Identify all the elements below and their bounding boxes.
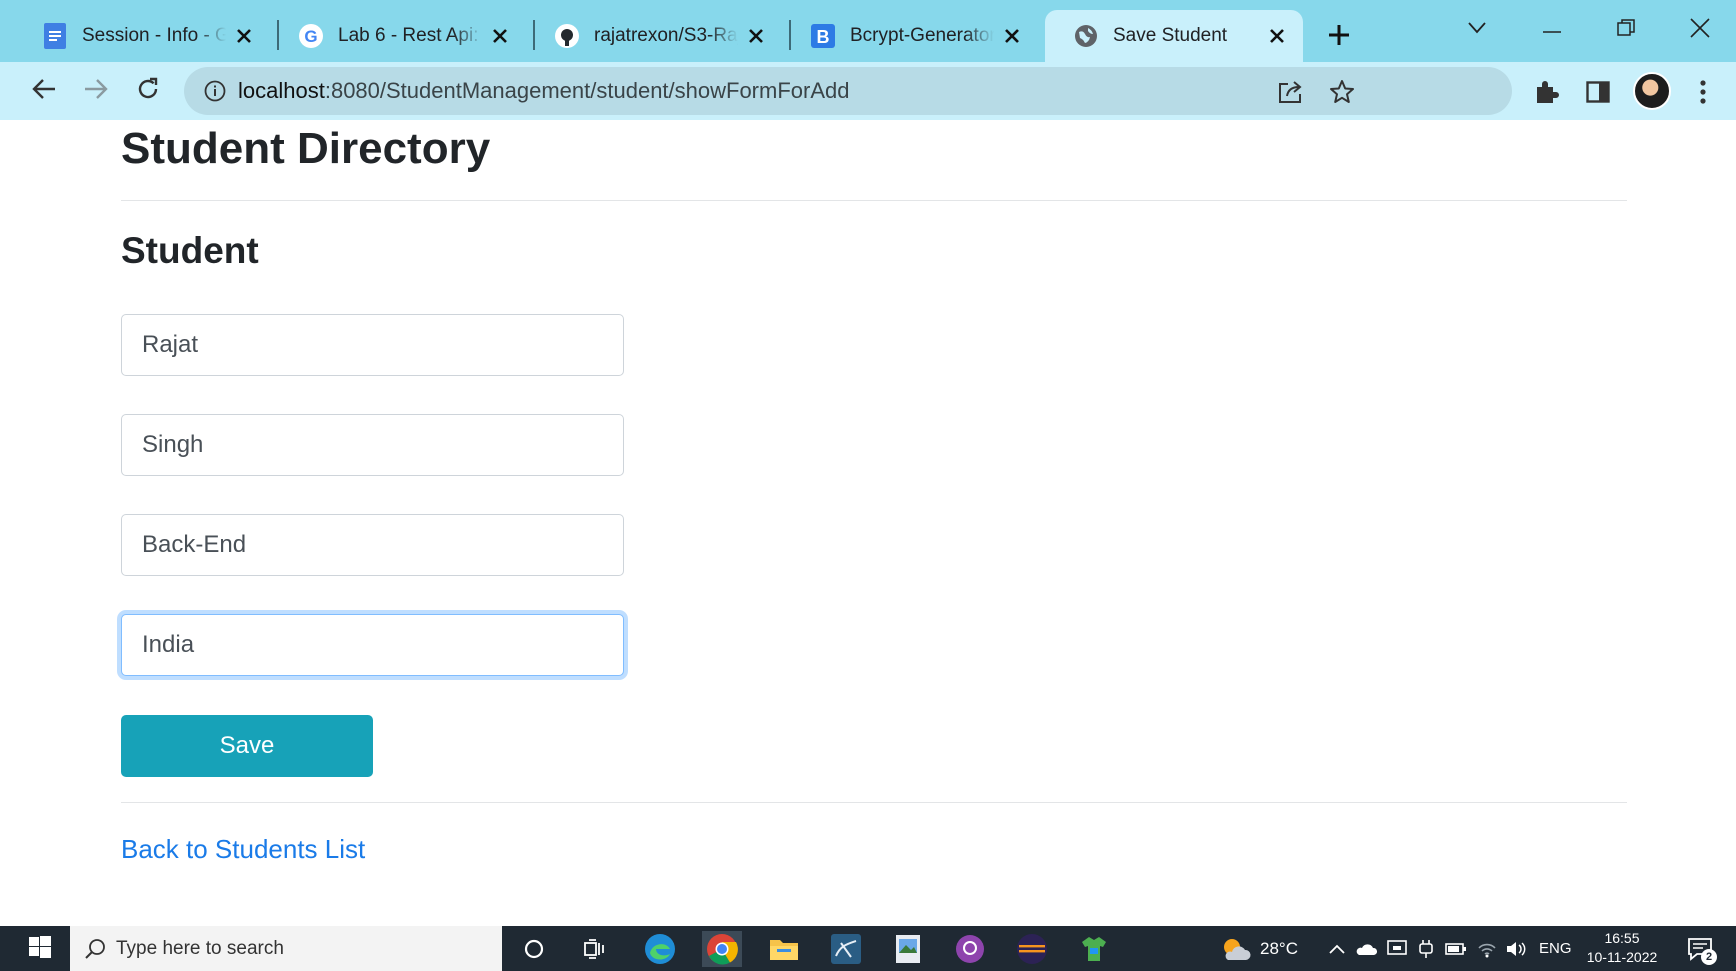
close-icon[interactable] [488, 24, 512, 48]
battery-icon[interactable] [1445, 942, 1467, 956]
info-icon[interactable] [202, 78, 228, 104]
country-input[interactable] [121, 614, 624, 676]
profile-avatar[interactable] [1633, 72, 1671, 110]
weather-cloud-icon [1220, 936, 1252, 962]
onedrive-cloud-icon[interactable] [1355, 942, 1377, 956]
restore-icon [1617, 18, 1635, 42]
tab-title: Save Student [1113, 25, 1228, 46]
menu-kebab-icon[interactable] [1688, 77, 1718, 107]
usb-icon[interactable] [1417, 939, 1435, 959]
share-icon[interactable] [1276, 77, 1306, 107]
tab-title: rajatrexon/S3-Rajat [594, 25, 738, 46]
tab-github[interactable]: rajatrexon/S3-Rajat [526, 10, 782, 62]
chevron-down-icon [1468, 21, 1486, 39]
browser-toolbar: localhost:8080/StudentManagement/student… [0, 62, 1736, 120]
minimize-icon [1543, 21, 1561, 39]
weather-widget[interactable]: 28°C [1220, 926, 1298, 971]
back-to-students-link[interactable]: Back to Students List [121, 834, 365, 865]
close-icon[interactable] [744, 24, 768, 48]
close-icon [1690, 17, 1710, 43]
notification-icon: 2 [1687, 937, 1717, 965]
reload-button[interactable] [128, 71, 168, 111]
cortana-icon[interactable] [514, 931, 554, 967]
github-icon [554, 23, 580, 49]
chrome-icon[interactable] [702, 931, 742, 967]
arrow-right-icon [84, 78, 108, 105]
eclipse-icon[interactable] [1012, 931, 1052, 967]
image-viewer-icon[interactable] [888, 931, 928, 967]
taskbar-clock[interactable]: 16:55 10-11-2022 [1582, 929, 1662, 967]
divider [121, 802, 1627, 803]
windows-taskbar: Type here to search 28°C ENG 16:55 10-11… [0, 926, 1736, 971]
url-text[interactable]: localhost:8080/StudentManagement/student… [238, 78, 849, 104]
globe-icon [1073, 23, 1099, 49]
tab-title: Lab 6 - Rest Api: Exercise [338, 25, 482, 46]
back-button[interactable] [24, 71, 64, 111]
notification-count-badge: 2 [1701, 949, 1717, 965]
tab-session-info[interactable]: Session - Info - Google Docs [14, 10, 270, 62]
close-icon[interactable] [232, 24, 256, 48]
clock-time: 16:55 [1604, 930, 1640, 946]
svg-text:G: G [304, 27, 317, 46]
page-title: Student Directory [121, 124, 491, 173]
tab-save-student[interactable]: Save Student [1045, 10, 1303, 62]
bcrypt-icon: B [810, 23, 836, 49]
app-shirt-icon[interactable] [1074, 931, 1114, 967]
page-content: Student Directory Student Save Back to S… [0, 120, 1736, 926]
divider [121, 200, 1627, 201]
search-icon [84, 938, 106, 960]
tab-strip: Session - Info - Google Docs G Lab 6 - R… [0, 0, 1736, 62]
url-host: localhost [238, 78, 325, 103]
edge-icon[interactable] [640, 931, 680, 967]
restore-button[interactable] [1596, 10, 1656, 50]
wifi-icon[interactable] [1477, 940, 1497, 958]
tab-title: Bcrypt-Generator.com [850, 25, 994, 46]
google-icon: G [298, 23, 324, 49]
task-view-icon[interactable] [575, 931, 615, 967]
clock-date: 10-11-2022 [1586, 949, 1658, 965]
close-window-button[interactable] [1670, 10, 1730, 50]
extensions-puzzle-icon[interactable] [1531, 77, 1561, 107]
side-panel-icon[interactable] [1583, 77, 1613, 107]
tab-title: Session - Info - Google Docs [82, 25, 226, 46]
volume-icon[interactable] [1505, 940, 1527, 958]
tab-lab6[interactable]: G Lab 6 - Rest Api: Exercise [270, 10, 526, 62]
display-icon[interactable] [1387, 939, 1407, 958]
save-button[interactable]: Save [121, 715, 373, 777]
new-tab-button[interactable] [1322, 18, 1356, 52]
system-tray: ENG [1329, 926, 1572, 971]
search-placeholder: Type here to search [116, 937, 284, 959]
notification-center-button[interactable]: 2 [1680, 931, 1720, 967]
chevron-up-icon[interactable] [1329, 944, 1345, 954]
taskbar-search[interactable]: Type here to search [70, 926, 502, 971]
last-name-input[interactable] [121, 414, 624, 476]
first-name-input[interactable] [121, 314, 624, 376]
docs-icon [42, 23, 68, 49]
tab-bcrypt[interactable]: B Bcrypt-Generator.com [782, 10, 1038, 62]
form-heading: Student [121, 230, 259, 271]
close-icon[interactable] [1000, 24, 1024, 48]
weather-temperature: 28°C [1260, 938, 1298, 958]
tab-search-button[interactable] [1447, 10, 1507, 50]
close-icon[interactable] [1265, 24, 1289, 48]
url-path: :8080/StudentManagement/student/showForm… [324, 78, 850, 103]
arrow-left-icon [32, 78, 56, 105]
reload-icon [136, 77, 160, 106]
bookmark-star-icon[interactable] [1327, 77, 1357, 107]
input-language[interactable]: ENG [1539, 940, 1572, 957]
github-desktop-icon[interactable] [950, 931, 990, 967]
svg-text:B: B [817, 27, 830, 47]
minimize-button[interactable] [1522, 10, 1582, 50]
department-input[interactable] [121, 514, 624, 576]
mysql-workbench-icon[interactable] [826, 931, 866, 967]
windows-logo-icon [29, 935, 51, 963]
start-button[interactable] [18, 934, 62, 964]
forward-button[interactable] [76, 71, 116, 111]
file-explorer-icon[interactable] [764, 931, 804, 967]
address-bar[interactable]: localhost:8080/StudentManagement/student… [184, 67, 1512, 115]
